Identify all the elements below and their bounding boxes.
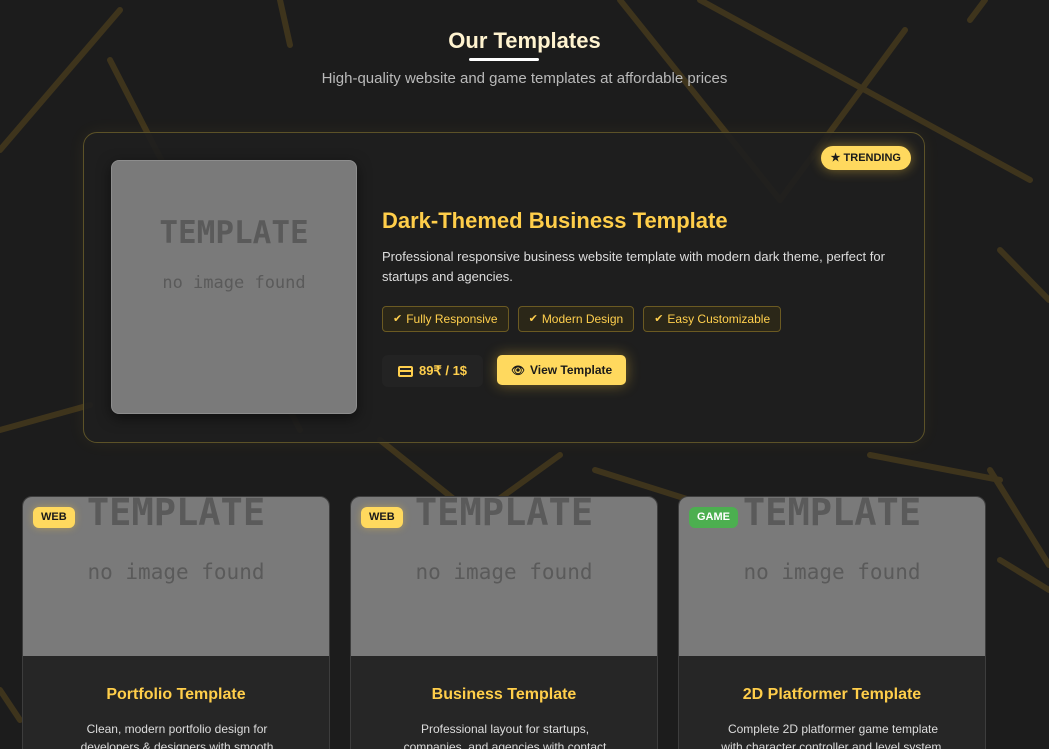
section-title: Our Templates — [448, 28, 601, 53]
feature-tag: ✔ Fully Responsive — [382, 306, 509, 332]
template-card-image: TEMPLATE no image found GAME — [679, 497, 985, 656]
placeholder-text-small: no image found — [415, 560, 593, 584]
template-card-title: Business Template — [431, 686, 577, 703]
price-label: 89₹ / 1$ — [419, 363, 468, 378]
check-icon: ✔ — [393, 313, 403, 325]
star-icon: ★ — [830, 152, 841, 164]
template-card-image: TEMPLATE no image found WEB — [23, 497, 329, 656]
check-icon: ✔ — [528, 313, 538, 325]
trending-badge: ★ TRENDING — [820, 146, 911, 170]
placeholder-text-small: no image found — [87, 560, 265, 584]
feature-tag-label: Modern Design — [541, 312, 624, 326]
templates-section: Our Templates High-quality website and g… — [0, 0, 1049, 749]
feature-tag-label: Fully Responsive — [406, 312, 498, 326]
template-card-portfolio[interactable]: TEMPLATE no image found WEB Portfolio Te… — [22, 496, 330, 749]
type-badge: WEB — [361, 507, 403, 528]
template-card-title: Portfolio Template — [106, 686, 246, 703]
template-card-description: Complete 2D platformer game template wit… — [721, 722, 945, 749]
feature-tags: ✔ Fully Responsive ✔ Modern Design ✔ Eas… — [382, 306, 782, 332]
template-card-platformer[interactable]: TEMPLATE no image found GAME 2D Platform… — [678, 496, 986, 749]
price-display: 89₹ / 1$ — [382, 355, 484, 387]
feature-tag-label: Easy Customizable — [667, 312, 771, 326]
section-subtitle: High-quality website and game templates … — [321, 70, 728, 87]
template-card-description: Professional layout for startups, compan… — [403, 722, 607, 749]
template-card-title: 2D Platformer Template — [742, 686, 922, 703]
template-card-description: Clean, modern portfolio design for devel… — [80, 722, 274, 749]
view-template-label: View Template — [529, 363, 613, 377]
placeholder-text-small: no image found — [162, 273, 306, 293]
feature-tag: ✔ Modern Design — [517, 306, 635, 332]
featured-template-image: TEMPLATE no image found — [111, 160, 357, 414]
view-template-button[interactable]: 👁 View Template — [497, 355, 627, 385]
feature-tag: ✔ Easy Customizable — [643, 306, 782, 332]
featured-template-description: Professional responsive business website… — [382, 249, 885, 284]
check-icon: ✔ — [654, 313, 664, 325]
placeholder-text-small: no image found — [743, 560, 921, 584]
type-badge: GAME — [689, 507, 738, 528]
featured-template-card: TEMPLATE no image found ★ TRENDING Dark-… — [83, 132, 925, 443]
credit-card-icon — [398, 365, 413, 377]
type-badge: WEB — [33, 507, 75, 528]
title-underline — [469, 58, 539, 61]
eye-icon: 👁 — [511, 364, 525, 377]
featured-template-title: Dark-Themed Business Template — [382, 208, 728, 233]
placeholder-text-large: TEMPLATE — [159, 215, 309, 251]
trending-badge-label: TRENDING — [843, 152, 901, 164]
template-card-business[interactable]: TEMPLATE no image found WEB Business Tem… — [350, 496, 658, 749]
template-card-image: TEMPLATE no image found WEB — [351, 497, 657, 656]
